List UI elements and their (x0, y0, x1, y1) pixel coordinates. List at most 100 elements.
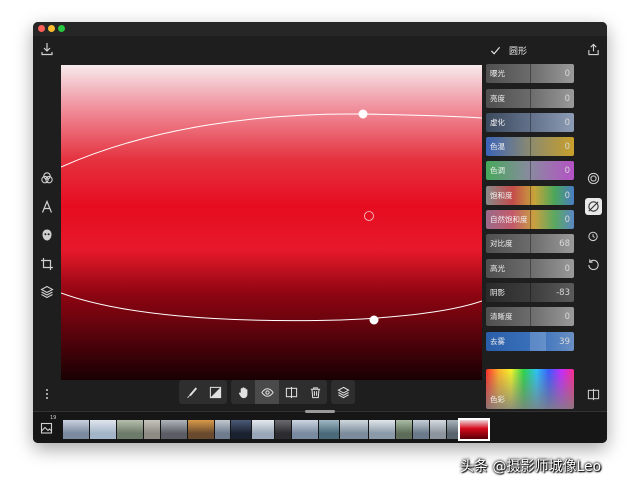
slider-midline (530, 234, 531, 253)
slider-brightness[interactable]: 亮度 0 (486, 89, 574, 108)
app-window: 圆形 曝光 0 亮度 0 虚化 0 色温 0 色调 0 饱和度 0 自然饱和度 … (33, 22, 607, 443)
slider-midline (530, 64, 531, 83)
split-view-icon[interactable] (585, 386, 602, 403)
slider-vibrance[interactable]: 自然饱和度 0 (486, 210, 574, 229)
thumbnail[interactable] (413, 420, 429, 439)
color-label: 色彩 (490, 395, 505, 404)
filmstrip: 19 (33, 410, 607, 443)
thumbnail[interactable] (252, 420, 274, 439)
slider-value: 0 (564, 141, 570, 152)
slider-contrast[interactable]: 对比度 68 (486, 234, 574, 253)
radial-mask-center-handle[interactable] (364, 211, 374, 221)
undo-icon[interactable] (585, 256, 602, 273)
slider-blur[interactable]: 虚化 0 (486, 113, 574, 132)
slider-label: 亮度 (490, 94, 505, 103)
radial-icon[interactable] (585, 170, 602, 187)
radial-mask-bottom-handle[interactable] (369, 315, 379, 325)
crop-icon[interactable] (39, 256, 55, 272)
minimize-window-button[interactable] (48, 25, 55, 32)
slider-midline (530, 307, 531, 326)
export-icon[interactable] (39, 41, 55, 57)
slider-value: 0 (564, 68, 570, 79)
slider-fill (530, 332, 546, 351)
slider-label: 对比度 (490, 239, 513, 248)
slider-midline (530, 210, 531, 229)
thumbnail-selected[interactable] (458, 418, 490, 441)
slider-midline (530, 137, 531, 156)
confirm-check-icon[interactable] (490, 41, 501, 60)
compare-icon[interactable] (279, 380, 303, 404)
share-icon[interactable] (585, 41, 602, 58)
slider-dehaze[interactable]: 去雾 39 (486, 332, 574, 351)
slider-clarity[interactable]: 清晰度 0 (486, 307, 574, 326)
timer-icon[interactable] (585, 227, 602, 244)
maximize-window-button[interactable] (58, 25, 65, 32)
slider-exposure[interactable]: 曝光 0 (486, 64, 574, 83)
more-icon[interactable] (39, 386, 55, 402)
thumbnail[interactable] (188, 420, 214, 439)
left-toolbar (33, 36, 61, 411)
thumbnail[interactable] (396, 420, 412, 439)
thumbnail[interactable] (144, 420, 160, 439)
slider-midline (530, 113, 531, 132)
brush-icon[interactable] (179, 380, 203, 404)
thumbnail[interactable] (161, 420, 187, 439)
slider-tint[interactable]: 色调 0 (486, 161, 574, 180)
thumbnail[interactable] (447, 420, 459, 439)
text-icon[interactable] (39, 199, 55, 215)
photo-library-icon[interactable] (40, 420, 54, 434)
slider-value: 0 (564, 311, 570, 322)
slider-label: 饱和度 (490, 191, 513, 200)
slider-label: 色调 (490, 166, 505, 175)
slider-midline (530, 283, 531, 302)
filmstrip-drag-handle[interactable] (305, 410, 335, 413)
toolbar-group-layers (331, 380, 355, 404)
title-bar (33, 22, 607, 36)
slider-saturation[interactable]: 饱和度 0 (486, 186, 574, 205)
thumbnail[interactable] (340, 420, 368, 439)
hand-icon[interactable] (231, 380, 255, 404)
toolbar-group-view (231, 380, 327, 404)
thumbnail[interactable] (319, 420, 339, 439)
radial-mask-top-handle[interactable] (358, 109, 368, 119)
slider-midline (530, 161, 531, 180)
watermark-text: 头条 @摄影师城像Leo (460, 459, 602, 475)
slider-label: 虚化 (490, 118, 505, 127)
photo-canvas[interactable] (61, 65, 482, 380)
thumbnail[interactable] (90, 420, 116, 439)
slider-label: 色温 (490, 142, 505, 151)
thumbnail[interactable] (275, 420, 291, 439)
eraser-icon[interactable] (585, 198, 602, 215)
layers-icon[interactable] (331, 380, 355, 404)
slider-midline (530, 259, 531, 278)
thumbnail-list (63, 418, 490, 441)
slider-highlights[interactable]: 高光 0 (486, 259, 574, 278)
radial-mask-outline-bottom (61, 292, 482, 322)
mask-icon[interactable] (39, 227, 55, 243)
slider-shadows[interactable]: 阴影 -83 (486, 283, 574, 302)
color-picker-panel[interactable]: 色彩 (486, 369, 574, 409)
eye-icon[interactable] (255, 380, 279, 404)
right-toolbar (580, 36, 607, 411)
thumbnail[interactable] (369, 420, 395, 439)
slider-label: 去雾 (490, 337, 505, 346)
slider-label: 阴影 (490, 288, 505, 297)
close-window-button[interactable] (38, 25, 45, 32)
slider-midline (530, 186, 531, 205)
slider-temperature[interactable]: 色温 0 (486, 137, 574, 156)
trash-icon[interactable] (303, 380, 327, 404)
panel-header: 圆形 (490, 42, 527, 58)
color-mix-icon[interactable] (39, 170, 55, 186)
thumbnail[interactable] (117, 420, 143, 439)
thumbnail[interactable] (215, 420, 230, 439)
slider-label: 曝光 (490, 69, 505, 78)
photo-count-badge: 19 (50, 415, 57, 421)
layers-icon[interactable] (39, 284, 55, 300)
thumbnail[interactable] (430, 420, 446, 439)
gradient-icon[interactable] (203, 380, 227, 404)
thumbnail[interactable] (292, 420, 318, 439)
thumbnail[interactable] (63, 420, 89, 439)
slider-value: 39 (559, 336, 570, 347)
slider-value: 0 (564, 190, 570, 201)
thumbnail[interactable] (231, 420, 251, 439)
